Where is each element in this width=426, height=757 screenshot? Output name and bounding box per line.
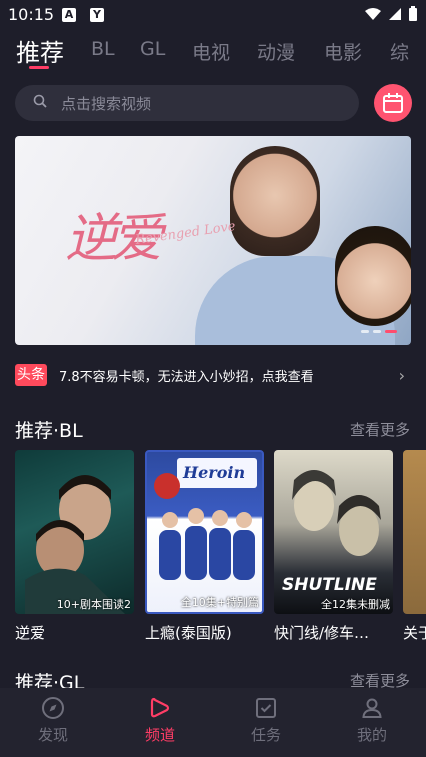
video-title: 快门线/修车… <box>274 624 370 642</box>
poster-art <box>25 475 125 614</box>
section-title-gl: 推荐·GL <box>15 672 85 688</box>
tab-anime[interactable]: 动漫 <box>257 38 295 65</box>
search-icon <box>33 94 47 108</box>
video-title: 上瘾(泰国版) <box>145 624 232 642</box>
task-icon <box>256 698 276 718</box>
signal-icon <box>389 8 401 20</box>
status-time: 10:15 <box>8 5 55 24</box>
battery-icon <box>409 6 417 21</box>
poster-art: SHUTLINE <box>282 470 381 595</box>
video-poster: Heroin 全10集+特别篇 <box>145 450 264 614</box>
video-card[interactable]: Heroin 全10集+特别篇 上瘾(泰国版) <box>145 450 264 643</box>
video-caption: 全12集未删减 <box>321 598 390 611</box>
nav-tasks-label: 任务 <box>250 726 281 744</box>
svg-text:SHUTLINE: SHUTLINE <box>282 575 377 595</box>
nav-discover-label: 发现 <box>37 726 68 744</box>
see-more-gl-link[interactable]: 查看更多 <box>350 670 410 688</box>
play-icon <box>150 697 170 718</box>
banner-actor-1 <box>230 146 320 256</box>
video-caption: 全10集+特别篇 <box>180 596 259 609</box>
carousel-dot-active <box>385 330 397 333</box>
tab-gl[interactable]: GL <box>140 38 165 60</box>
nav-profile[interactable]: 我的 <box>342 696 402 745</box>
search-placeholder: 点击搜索视频 <box>61 95 152 113</box>
notification-y-icon: Y <box>90 8 104 22</box>
wifi-icon <box>365 8 381 20</box>
svg-text:Heroin: Heroin <box>182 463 245 482</box>
nav-channel[interactable]: 频道 <box>130 696 190 745</box>
nav-profile-label: 我的 <box>356 726 387 744</box>
chevron-right-icon: › <box>398 366 405 385</box>
carousel-indicator <box>361 330 397 333</box>
section-title-bl: 推荐·BL <box>15 420 83 442</box>
video-caption: 10+剧本围读2 <box>56 598 131 611</box>
headline-notice[interactable]: 头条 7.8不容易卡顿，无法进入小妙招，点我查看 › <box>15 364 411 386</box>
active-tab-indicator <box>29 66 49 69</box>
channel-tabs: 推荐 BL GL 电视 动漫 电影 综 <box>0 30 426 74</box>
compass-icon <box>42 697 64 719</box>
tab-movie[interactable]: 电影 <box>324 38 362 65</box>
video-card[interactable]: 10+剧本围读2 逆爱 <box>15 450 134 643</box>
status-icons <box>364 6 418 22</box>
status-bar: 10:15 A Y <box>0 0 426 30</box>
tab-tv[interactable]: 电视 <box>192 38 230 65</box>
section-gl-header: 推荐·GL 查看更多 <box>0 664 426 688</box>
user-icon <box>362 698 382 718</box>
banner-actor-2 <box>335 226 411 326</box>
video-poster <box>403 450 426 614</box>
see-more-bl-link[interactable]: 查看更多 <box>350 419 410 440</box>
tab-bl[interactable]: BL <box>91 38 115 60</box>
tab-variety[interactable]: 综 <box>390 38 409 65</box>
carousel-dot <box>361 330 369 333</box>
video-title: 关于 <box>403 624 426 642</box>
notification-a-icon: A <box>62 8 76 22</box>
nav-discover[interactable]: 发现 <box>23 696 83 745</box>
nav-tasks[interactable]: 任务 <box>236 696 296 745</box>
tab-recommend[interactable]: 推荐 <box>16 33 64 68</box>
video-card[interactable]: SHUTLINE 全12集未删减 快门线/修车… <box>274 450 393 643</box>
bottom-navigation: 发现 频道 任务 我的 <box>0 688 426 757</box>
schedule-button[interactable] <box>374 84 412 122</box>
calendar-icon <box>383 93 403 113</box>
video-poster: 10+剧本围读2 <box>15 450 134 614</box>
video-title: 逆爱 <box>15 624 46 642</box>
video-poster: SHUTLINE 全12集未删减 <box>274 450 393 614</box>
banner-carousel[interactable]: 逆爱 Revenged Love <box>15 136 411 345</box>
video-card[interactable]: 关于 <box>403 450 426 643</box>
headline-text: 7.8不容易卡顿，无法进入小妙招，点我查看 <box>59 370 314 385</box>
headline-badge: 头条 <box>15 364 47 386</box>
carousel-dot <box>373 330 381 333</box>
poster-art: Heroin <box>154 458 257 580</box>
search-bar[interactable]: 点击搜索视频 <box>15 85 359 121</box>
nav-channel-label: 频道 <box>144 726 175 744</box>
